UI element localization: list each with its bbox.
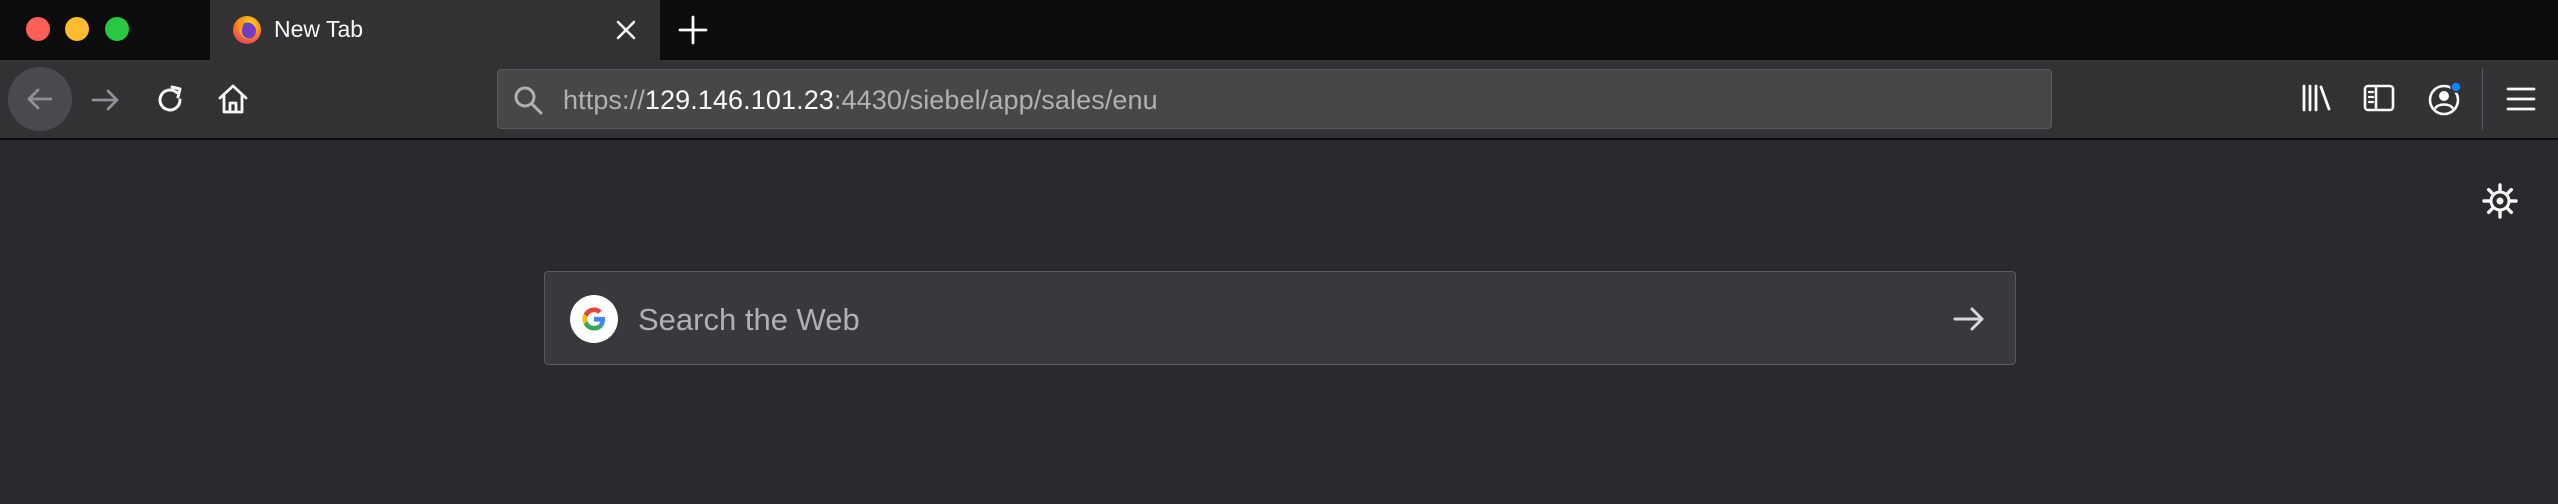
tab-strip: New Tab	[0, 0, 2558, 60]
sidebar-icon[interactable]	[2361, 80, 2397, 116]
back-button[interactable]	[8, 67, 72, 131]
url-path: :4430/siebel/app/sales/enu	[833, 85, 1158, 115]
navigation-toolbar: https://129.146.101.23:4430/siebel/app/s…	[0, 60, 2558, 140]
reload-icon[interactable]	[152, 82, 188, 118]
url-bar[interactable]: https://129.146.101.23:4430/siebel/app/s…	[497, 69, 2052, 129]
search-icon	[514, 86, 543, 115]
forward-arrow-icon[interactable]	[88, 82, 124, 118]
window-minimize-button[interactable]	[65, 17, 89, 41]
firefox-icon	[233, 16, 261, 44]
account-icon[interactable]	[2426, 80, 2464, 118]
hamburger-menu-icon[interactable]	[2503, 81, 2539, 117]
google-icon	[570, 295, 618, 343]
web-search-box[interactable]: Search the Web	[544, 271, 2016, 365]
tab-title: New Tab	[274, 16, 364, 42]
url-host: 129.146.101.23	[644, 85, 834, 115]
new-tab-plus-icon[interactable]	[676, 13, 710, 47]
back-arrow-icon	[27, 88, 53, 110]
tab-new-tab[interactable]: New Tab	[210, 0, 660, 60]
tab-close-icon[interactable]	[612, 16, 640, 44]
home-icon[interactable]	[215, 81, 251, 117]
new-tab-page: Search the Web	[0, 142, 2558, 504]
url-text[interactable]: https://129.146.101.23:4430/siebel/app/s…	[563, 85, 1158, 116]
arrow-right-icon[interactable]	[1950, 300, 1988, 338]
search-input[interactable]: Search the Web	[638, 302, 860, 338]
url-scheme: https://	[563, 85, 645, 115]
library-icon[interactable]	[2298, 80, 2334, 116]
window-zoom-button[interactable]	[105, 17, 129, 41]
toolbar-separator	[2482, 68, 2483, 130]
window-close-button[interactable]	[26, 17, 50, 41]
gear-icon[interactable]	[2481, 182, 2519, 220]
